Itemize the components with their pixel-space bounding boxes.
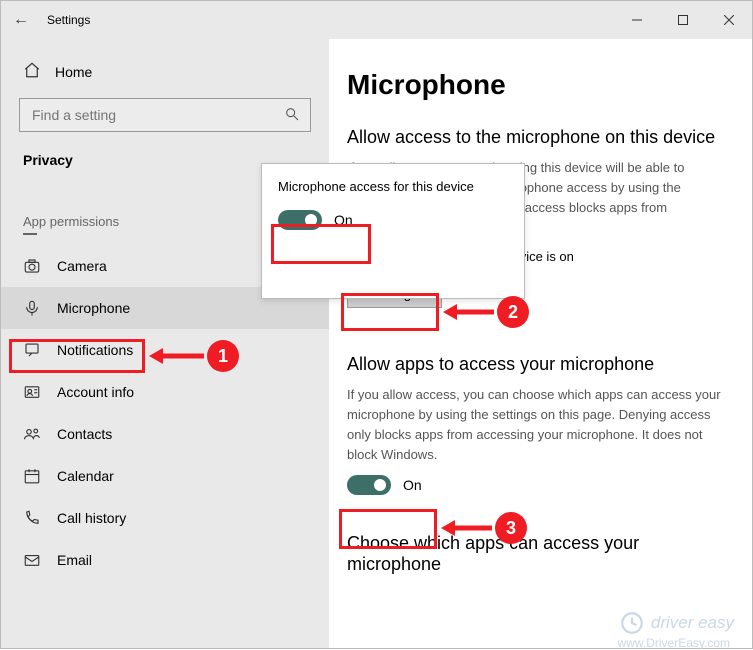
sidebar-home-label: Home <box>55 64 92 80</box>
contacts-icon <box>23 425 41 443</box>
home-icon <box>23 61 41 82</box>
account-info-icon <box>23 383 41 401</box>
sidebar-item-contacts[interactable]: Contacts <box>1 413 329 455</box>
section2-body: If you allow access, you can choose whic… <box>347 385 724 466</box>
minimize-button[interactable] <box>614 4 660 36</box>
title-bar: ← Settings <box>1 1 752 39</box>
sidebar-item-label: Call history <box>57 510 126 526</box>
sidebar-group-underline <box>23 233 37 235</box>
page-heading: Microphone <box>347 69 724 101</box>
sidebar-item-label: Notifications <box>57 342 133 358</box>
microphone-access-flyout: Microphone access for this device On <box>261 163 525 299</box>
sidebar-item-label: Camera <box>57 258 107 274</box>
sidebar-item-account-info[interactable]: Account info <box>1 371 329 413</box>
section3-title: Choose which apps can access your microp… <box>347 533 724 575</box>
annotation-arrow-2 <box>443 297 499 327</box>
apps-access-toggle-label: On <box>403 477 422 493</box>
email-icon <box>23 551 41 569</box>
sidebar-item-label: Account info <box>57 384 134 400</box>
apps-access-toggle[interactable] <box>347 475 391 495</box>
back-button[interactable]: ← <box>1 11 41 29</box>
sidebar-item-label: Calendar <box>57 468 114 484</box>
sidebar-item-email[interactable]: Email <box>1 539 329 581</box>
sidebar-item-label: Microphone <box>57 300 130 316</box>
device-access-toggle[interactable] <box>278 210 322 230</box>
sidebar-home[interactable]: Home <box>1 53 329 92</box>
search-input[interactable] <box>30 106 284 124</box>
section2-toggle-row: On <box>347 475 724 495</box>
flyout-title: Microphone access for this device <box>278 178 508 196</box>
call-history-icon <box>23 509 41 527</box>
window-title: Settings <box>41 13 614 27</box>
camera-icon <box>23 257 41 275</box>
maximize-button[interactable] <box>660 4 706 36</box>
device-access-toggle-label: On <box>334 212 353 228</box>
search-box[interactable] <box>19 98 311 132</box>
section1-title: Allow access to the microphone on this d… <box>347 127 724 148</box>
calendar-icon <box>23 467 41 485</box>
search-icon <box>284 106 300 125</box>
annotation-arrow-3 <box>441 513 497 543</box>
sidebar-item-call-history[interactable]: Call history <box>1 497 329 539</box>
annotation-badge-3: 3 <box>495 512 527 544</box>
sidebar-item-label: Contacts <box>57 426 112 442</box>
annotation-badge-1: 1 <box>207 340 239 372</box>
notifications-icon <box>23 341 41 359</box>
annotation-badge-2: 2 <box>497 296 529 328</box>
sidebar-item-calendar[interactable]: Calendar <box>1 455 329 497</box>
close-button[interactable] <box>706 4 752 36</box>
sidebar-item-label: Email <box>57 552 92 568</box>
section2-title: Allow apps to access your microphone <box>347 354 724 375</box>
annotation-arrow-1 <box>149 341 209 371</box>
main-content: Microphone Allow access to the microphon… <box>329 39 752 648</box>
microphone-icon <box>23 299 41 317</box>
